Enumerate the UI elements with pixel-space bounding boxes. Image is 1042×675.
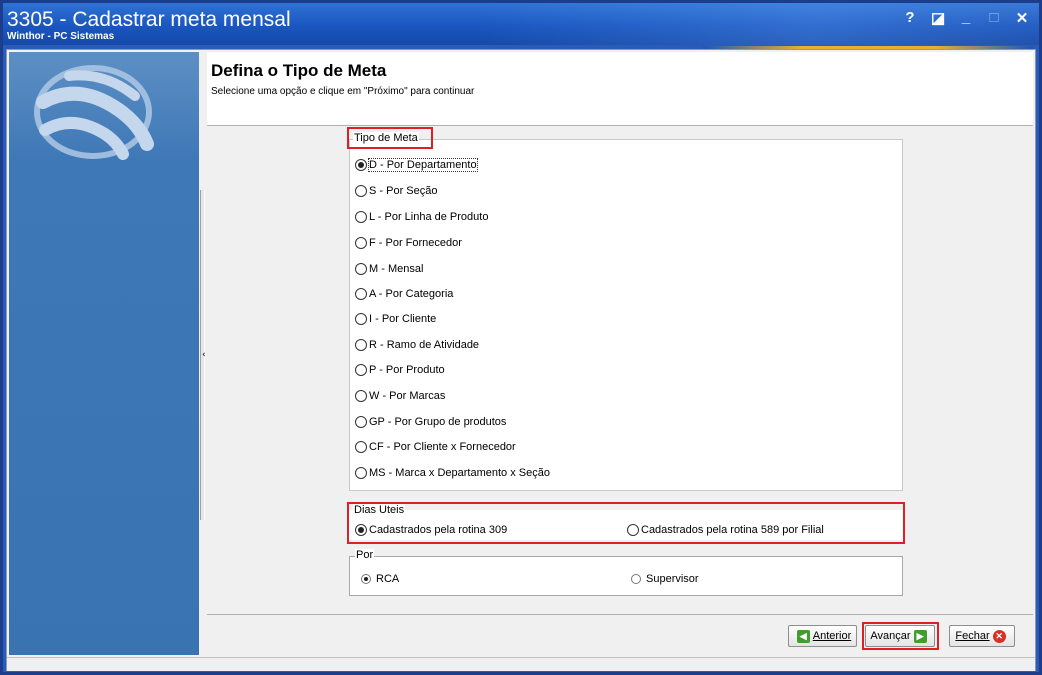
- window-controls: ? ◪ _ □ ✕: [903, 9, 1029, 27]
- option-label: M - Mensal: [369, 263, 424, 275]
- tipo-meta-option-cf[interactable]: CF - Por Cliente x Fornecedor: [355, 441, 516, 453]
- window-title: 3305 - Cadastrar meta mensal: [7, 8, 291, 31]
- arrow-left-icon: ◀: [796, 629, 810, 643]
- minimize-icon[interactable]: _: [959, 9, 973, 27]
- por-group: [349, 556, 903, 596]
- option-label: W - Por Marcas: [369, 390, 446, 402]
- option-label: MS - Marca x Departamento x Seção: [369, 467, 550, 479]
- tipo-meta-option-l[interactable]: L - Por Linha de Produto: [355, 211, 488, 223]
- status-bar: [7, 657, 1035, 671]
- radio-icon: [355, 416, 367, 428]
- radio-icon: [355, 211, 367, 223]
- radio-icon: [355, 390, 367, 402]
- winthor-logo-icon: [34, 65, 154, 160]
- tipo-meta-option-m[interactable]: M - Mensal: [355, 263, 423, 275]
- collapse-arrow-icon[interactable]: ‹: [202, 350, 206, 360]
- tipo-meta-option-gp[interactable]: GP - Por Grupo de produtos: [355, 416, 506, 428]
- radio-icon: [355, 185, 367, 197]
- help-icon[interactable]: ?: [903, 9, 917, 27]
- wizard-content: Defina o Tipo de Meta Selecione uma opçã…: [207, 52, 1033, 669]
- app-window: 3305 - Cadastrar meta mensal Winthor - P…: [0, 0, 1042, 675]
- tipo-meta-option-d[interactable]: D - Por Departamento: [355, 158, 478, 172]
- option-label: R - Ramo de Atividade: [369, 339, 480, 351]
- wizard-client-area: ‹ Defina o Tipo de Meta Selecione uma op…: [6, 49, 1036, 671]
- radio-icon: [355, 467, 367, 479]
- fechar-button[interactable]: Fechar ✕: [949, 625, 1015, 647]
- radio-icon: [355, 313, 367, 325]
- option-label: P - Por Produto: [369, 364, 445, 376]
- tipo-meta-option-f[interactable]: F - Por Fornecedor: [355, 237, 462, 249]
- option-label: RCA: [376, 573, 400, 585]
- radio-icon: [355, 364, 367, 376]
- button-label: Anterior: [812, 630, 852, 642]
- option-label: GP - Por Grupo de produtos: [369, 416, 507, 428]
- window-subtitle: Winthor - PC Sistemas: [7, 31, 115, 42]
- tipo-meta-option-w[interactable]: W - Por Marcas: [355, 390, 445, 402]
- tipo-meta-option-s[interactable]: S - Por Seção: [355, 185, 437, 197]
- tipo-meta-option-p[interactable]: P - Por Produto: [355, 364, 445, 376]
- restore-icon[interactable]: ◪: [931, 9, 945, 27]
- tipo-meta-option-r[interactable]: R - Ramo de Atividade: [355, 339, 479, 351]
- dias-uteis-highlight: [347, 502, 905, 544]
- option-label: A - Por Categoria: [369, 288, 454, 300]
- radio-icon: [355, 263, 367, 275]
- radio-icon: [631, 574, 641, 584]
- tipo-meta-option-i[interactable]: I - Por Cliente: [355, 313, 436, 325]
- tipo-meta-option-ms[interactable]: MS - Marca x Departamento x Seção: [355, 467, 550, 479]
- radio-icon: [355, 237, 367, 249]
- radio-icon: [355, 441, 367, 453]
- side-panel: [9, 52, 199, 655]
- por-option-rca[interactable]: RCA: [361, 573, 399, 585]
- por-option-supervisor[interactable]: Supervisor: [631, 573, 699, 585]
- close-circle-icon: ✕: [992, 629, 1006, 643]
- button-label: Fechar: [955, 630, 990, 642]
- close-icon[interactable]: ✕: [1015, 9, 1029, 27]
- option-label: F - Por Fornecedor: [369, 237, 462, 249]
- footer-divider: [207, 614, 1033, 615]
- option-label: S - Por Seção: [369, 185, 438, 197]
- por-legend: Por: [355, 549, 375, 561]
- title-bar[interactable]: 3305 - Cadastrar meta mensal Winthor - P…: [3, 3, 1039, 45]
- option-label: L - Por Linha de Produto: [369, 211, 489, 223]
- radio-icon: [355, 288, 367, 300]
- radio-icon: [355, 339, 367, 351]
- page-title: Defina o Tipo de Meta: [211, 61, 387, 80]
- option-label: CF - Por Cliente x Fornecedor: [369, 441, 516, 453]
- radio-selected-icon: [361, 574, 371, 584]
- option-label: Supervisor: [646, 573, 699, 585]
- radio-selected-icon: [355, 159, 367, 171]
- option-label: I - Por Cliente: [369, 313, 437, 325]
- option-label: D - Por Departamento: [368, 158, 478, 172]
- avancar-highlight: [862, 622, 939, 650]
- page-instruction: Selecione uma opção e clique em "Próximo…: [211, 86, 475, 97]
- tipo-meta-option-a[interactable]: A - Por Categoria: [355, 288, 453, 300]
- wizard-header: Defina o Tipo de Meta Selecione uma opçã…: [207, 52, 1033, 126]
- tipo-meta-highlight: [347, 127, 433, 149]
- maximize-icon[interactable]: □: [987, 9, 1001, 27]
- anterior-button[interactable]: ◀ Anterior: [788, 625, 857, 647]
